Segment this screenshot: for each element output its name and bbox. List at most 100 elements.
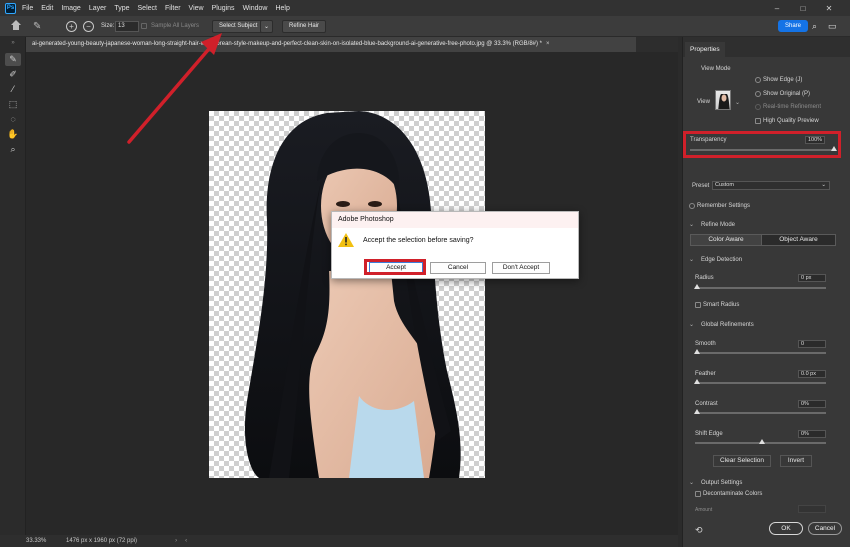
select-subject-dropdown[interactable]: ⌄: [260, 19, 274, 33]
contrast-input[interactable]: 0%: [798, 400, 826, 408]
maximize-button[interactable]: □: [790, 4, 816, 13]
menu-file[interactable]: File: [22, 5, 33, 12]
select-subject-button[interactable]: Select Subject: [212, 19, 265, 33]
invert-button[interactable]: Invert: [780, 455, 812, 467]
options-bar: ✎ + − Size: 13 Sample All Layers Select …: [0, 16, 850, 37]
edge-detection-chevron-icon[interactable]: ⌄: [689, 256, 694, 263]
amount-input[interactable]: [798, 505, 826, 513]
feather-label: Feather: [695, 371, 716, 377]
properties-panel: Properties View Mode View ⌄ Show Edge (J…: [682, 37, 850, 547]
smooth-input[interactable]: 0: [798, 340, 826, 348]
shift-edge-label: Shift Edge: [695, 431, 723, 437]
share-label[interactable]: Share: [778, 20, 809, 32]
sample-all-layers-box[interactable]: [141, 23, 147, 29]
menu-select[interactable]: Select: [138, 5, 157, 12]
refine-edge-brush-icon[interactable]: ✐: [5, 68, 21, 81]
chevron-down-icon[interactable]: ⌄: [260, 19, 274, 33]
feather-slider-thumb[interactable]: [694, 379, 700, 384]
document-dimensions: 1476 px x 1960 px (72 ppi): [66, 538, 138, 544]
contrast-slider[interactable]: [695, 412, 826, 414]
feather-input[interactable]: 0.0 px: [798, 370, 826, 378]
hand-tool-icon[interactable]: ✋: [5, 128, 21, 141]
realtime-refinement-checkbox[interactable]: [755, 104, 761, 110]
show-original-checkbox[interactable]: [755, 91, 761, 97]
refine-hair-label[interactable]: Refine Hair: [282, 19, 327, 33]
tab-properties[interactable]: Properties: [685, 42, 725, 57]
feather-slider[interactable]: [695, 382, 826, 384]
workspace-icon[interactable]: ▭: [828, 19, 837, 33]
remember-settings-checkbox[interactable]: [689, 203, 695, 209]
lasso-tool-icon[interactable]: ◌: [5, 113, 21, 126]
object-aware-button[interactable]: Object Aware: [761, 234, 836, 246]
size-value[interactable]: 13: [115, 20, 139, 32]
transparency-highlight-annotation: [683, 131, 841, 158]
object-selection-tool-icon[interactable]: ⬚: [5, 98, 21, 111]
toolbar-collapse-icon[interactable]: »: [5, 37, 21, 50]
radius-slider[interactable]: [695, 287, 826, 289]
output-settings-label: Output Settings: [701, 480, 743, 486]
ok-button[interactable]: OK: [769, 522, 803, 535]
contrast-slider-thumb[interactable]: [694, 409, 700, 414]
search-icon[interactable]: ⌕: [812, 19, 817, 33]
minimize-button[interactable]: –: [764, 4, 790, 13]
select-subject-label[interactable]: Select Subject: [212, 19, 265, 33]
refine-mode-chevron-icon[interactable]: ⌄: [689, 221, 694, 228]
shift-edge-slider-thumb[interactable]: [759, 439, 765, 444]
share-button[interactable]: Share: [778, 19, 809, 33]
menu-filter[interactable]: Filter: [165, 5, 181, 12]
document-tab[interactable]: ai-generated-young-beauty-japanese-woman…: [26, 37, 636, 52]
subtract-from-selection-button[interactable]: −: [83, 19, 94, 33]
menu-image[interactable]: Image: [61, 5, 80, 12]
decontaminate-colors-checkbox[interactable]: [695, 491, 701, 497]
shift-edge-input[interactable]: 0%: [798, 430, 826, 438]
menu-edit[interactable]: Edit: [41, 5, 53, 12]
clear-selection-button[interactable]: Clear Selection: [713, 455, 771, 467]
home-button[interactable]: [10, 19, 22, 33]
menu-layer[interactable]: Layer: [89, 5, 107, 12]
output-settings-chevron-icon[interactable]: ⌄: [689, 479, 694, 486]
dialog-body: Accept the selection before saving?: [338, 233, 474, 247]
reset-icon[interactable]: ⟲: [695, 525, 703, 536]
show-edge-checkbox[interactable]: [755, 77, 761, 83]
document-image[interactable]: [209, 111, 485, 478]
smooth-slider-thumb[interactable]: [694, 349, 700, 354]
menu-window[interactable]: Window: [243, 5, 268, 12]
zoom-tool-icon[interactable]: ⌕: [5, 143, 21, 156]
sample-all-layers-label: Sample All Layers: [151, 23, 200, 29]
cancel-panel-button[interactable]: Cancel: [808, 522, 842, 535]
menu-plugins[interactable]: Plugins: [212, 5, 235, 12]
preset-select[interactable]: Custom ⌄: [712, 181, 830, 190]
remember-settings-label: Remember Settings: [697, 203, 751, 209]
global-refinements-chevron-icon[interactable]: ⌄: [689, 321, 694, 328]
panel-tabs: Properties: [683, 37, 850, 57]
menu-view[interactable]: View: [189, 5, 204, 12]
menu-type[interactable]: Type: [114, 5, 129, 12]
cancel-button[interactable]: Cancel: [430, 262, 486, 274]
dont-accept-button[interactable]: Don't Accept: [492, 262, 550, 274]
smart-radius-checkbox[interactable]: [695, 302, 701, 308]
menu-help[interactable]: Help: [275, 5, 289, 12]
size-input[interactable]: 13: [115, 19, 139, 33]
high-quality-preview-checkbox[interactable]: [755, 118, 761, 124]
brush-tool-icon[interactable]: ⁄: [5, 83, 21, 96]
contrast-label: Contrast: [695, 401, 718, 407]
refine-hair-button[interactable]: Refine Hair: [282, 19, 327, 33]
radius-input[interactable]: 0 px: [798, 274, 826, 282]
radius-slider-thumb[interactable]: [694, 284, 700, 289]
quick-selection-tool-icon[interactable]: ✎: [5, 53, 21, 66]
status-menu-arrow-icon[interactable]: ›: [175, 538, 177, 544]
color-aware-button[interactable]: Color Aware: [690, 234, 762, 246]
close-tab-icon[interactable]: ×: [546, 41, 550, 47]
status-scroll-left-icon[interactable]: ‹: [185, 538, 187, 544]
smooth-slider[interactable]: [695, 352, 826, 354]
canvas-area[interactable]: [26, 52, 678, 535]
brush-tool-preset-icon[interactable]: ✎: [33, 19, 41, 33]
close-window-button[interactable]: ✕: [816, 4, 842, 13]
view-mode-thumbnail[interactable]: [715, 90, 731, 110]
zoom-level[interactable]: 33.33%: [26, 538, 56, 544]
add-to-selection-button[interactable]: +: [66, 19, 77, 33]
photoshop-logo-icon: Ps: [5, 2, 16, 14]
plus-circle-icon: +: [66, 20, 77, 32]
sample-all-layers-checkbox[interactable]: Sample All Layers: [141, 19, 199, 33]
view-mode-chevron-icon[interactable]: ⌄: [735, 99, 740, 106]
